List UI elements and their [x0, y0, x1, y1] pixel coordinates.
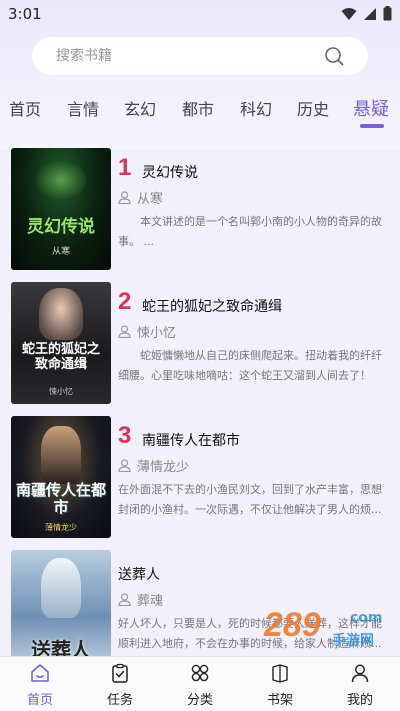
battery-icon	[383, 6, 392, 21]
bottom-nav: 首页 任务 分类 书架 我的	[0, 656, 400, 711]
author-name: 悚小忆	[137, 325, 177, 341]
nav-profile-label: 我的	[346, 693, 373, 708]
rank-number: 3	[118, 422, 132, 449]
book-description: 本文讲述的是一个名叫郭小南的小人物的奇异的故事。 ...	[118, 215, 382, 248]
search-input[interactable]	[56, 46, 316, 66]
cover-art	[41, 558, 81, 618]
nav-home-label: 首页	[26, 693, 53, 708]
cover-art	[41, 426, 81, 484]
profile-icon	[351, 664, 369, 683]
cover-author: 悚小忆	[49, 387, 73, 396]
tab-home[interactable]: 首页	[9, 96, 41, 120]
nav-category-label: 分类	[186, 693, 213, 708]
author-row: 薄情龙少	[118, 456, 190, 475]
author-name: 薄情龙少	[137, 459, 190, 475]
status-time: 3:01	[8, 5, 42, 23]
book-item[interactable]: 蛇王的狐妃之致命通缉 悚小忆 2 蛇王的狐妃之致命通缉 悚小忆 蛇姬慵懒地从自己…	[0, 280, 400, 410]
tab-fantasy[interactable]: 玄幻	[124, 96, 156, 120]
category-tabs: 首页 言情 玄幻 都市 科幻 历史 悬疑	[0, 96, 400, 132]
nav-profile[interactable]: 我的	[320, 657, 400, 711]
book-description: 蛇姬慵懒地从自己的床侧爬起来。扭动着我的纤纤细腰。心里吃味地嘀咕：这个蛇王又溜到…	[118, 349, 382, 390]
cover-title: 南疆传人在都市	[15, 481, 106, 516]
category-icon	[191, 664, 209, 682]
book-item[interactable]: 灵幻传说 从寒 1 灵幻传说 从寒 本文讲述的是一个名叫郭小南的小人物的奇异的故…	[0, 146, 400, 276]
rank-number: 1	[118, 154, 132, 181]
watermark-number: 289	[264, 606, 321, 644]
book-item[interactable]: 南疆传人在都市 薄情龙少 3 南疆传人在都市 薄情龙少 在外面混不下去的小渔民刘…	[0, 414, 400, 544]
tab-romance[interactable]: 言情	[67, 96, 99, 120]
tab-urban[interactable]: 都市	[182, 96, 214, 120]
cover-art	[36, 160, 86, 200]
person-icon	[118, 458, 131, 472]
book-cover[interactable]: 蛇王的狐妃之致命通缉 悚小忆	[11, 282, 111, 404]
author-row: 悚小忆	[118, 322, 177, 341]
author-row: 从寒	[118, 188, 164, 207]
status-bar: 3:01	[0, 0, 400, 28]
status-icons	[341, 6, 392, 21]
wifi-icon	[341, 7, 357, 20]
book-title[interactable]: 送葬人	[118, 564, 160, 584]
cover-title: 蛇王的狐妃之致命通缉	[21, 342, 100, 372]
tab-history[interactable]: 历史	[297, 96, 329, 120]
book-cover[interactable]: 南疆传人在都市 薄情龙少	[11, 416, 111, 538]
author-row: 葬魂	[118, 590, 164, 609]
nav-category[interactable]: 分类	[160, 657, 240, 711]
watermark-subtext: 手游网	[332, 633, 374, 649]
person-icon	[118, 190, 131, 204]
rank-number: 2	[118, 288, 132, 315]
active-tab-indicator	[360, 124, 384, 128]
person-icon	[118, 592, 131, 606]
cover-title: 送葬人	[31, 638, 91, 656]
cover-author: 薄情龙少	[45, 523, 77, 532]
author-name: 葬魂	[137, 593, 164, 609]
tab-suspense[interactable]: 悬疑	[353, 95, 389, 121]
person-icon	[118, 324, 131, 338]
cover-title: 灵幻传说	[27, 217, 95, 237]
nav-home[interactable]: 首页	[0, 657, 80, 711]
nav-task-label: 任务	[106, 693, 133, 708]
nav-bookshelf[interactable]: 书架	[240, 657, 320, 711]
cover-art	[39, 288, 83, 340]
bookshelf-icon	[272, 664, 288, 683]
book-cover[interactable]: 灵幻传说 从寒	[11, 148, 111, 270]
book-list: 灵幻传说 从寒 1 灵幻传说 从寒 本文讲述的是一个名叫郭小南的小人物的奇异的故…	[0, 146, 400, 656]
author-name: 从寒	[137, 191, 164, 207]
book-title[interactable]: 蛇王的狐妃之致命通缉	[142, 296, 282, 316]
search-icon[interactable]	[324, 46, 344, 66]
signal-icon	[364, 7, 376, 20]
tab-scifi[interactable]: 科幻	[240, 96, 272, 120]
book-title[interactable]: 南疆传人在都市	[142, 430, 240, 450]
watermark-domain: com	[350, 610, 383, 626]
book-title[interactable]: 灵幻传说	[142, 162, 198, 182]
nav-bookshelf-label: 书架	[266, 693, 293, 708]
search-bar[interactable]	[32, 37, 368, 75]
cover-author: 从寒	[51, 247, 70, 257]
book-description: 在外面混不下去的小渔民刘文，回到了水产丰富，思想封闭的小渔村。一次际遇，不仅让他…	[118, 483, 382, 516]
book-cover[interactable]: 送葬人	[11, 550, 111, 656]
home-icon	[31, 664, 49, 682]
site-watermark: 289 com 手游网	[258, 600, 398, 660]
nav-task[interactable]: 任务	[80, 657, 160, 711]
task-icon	[112, 663, 128, 683]
